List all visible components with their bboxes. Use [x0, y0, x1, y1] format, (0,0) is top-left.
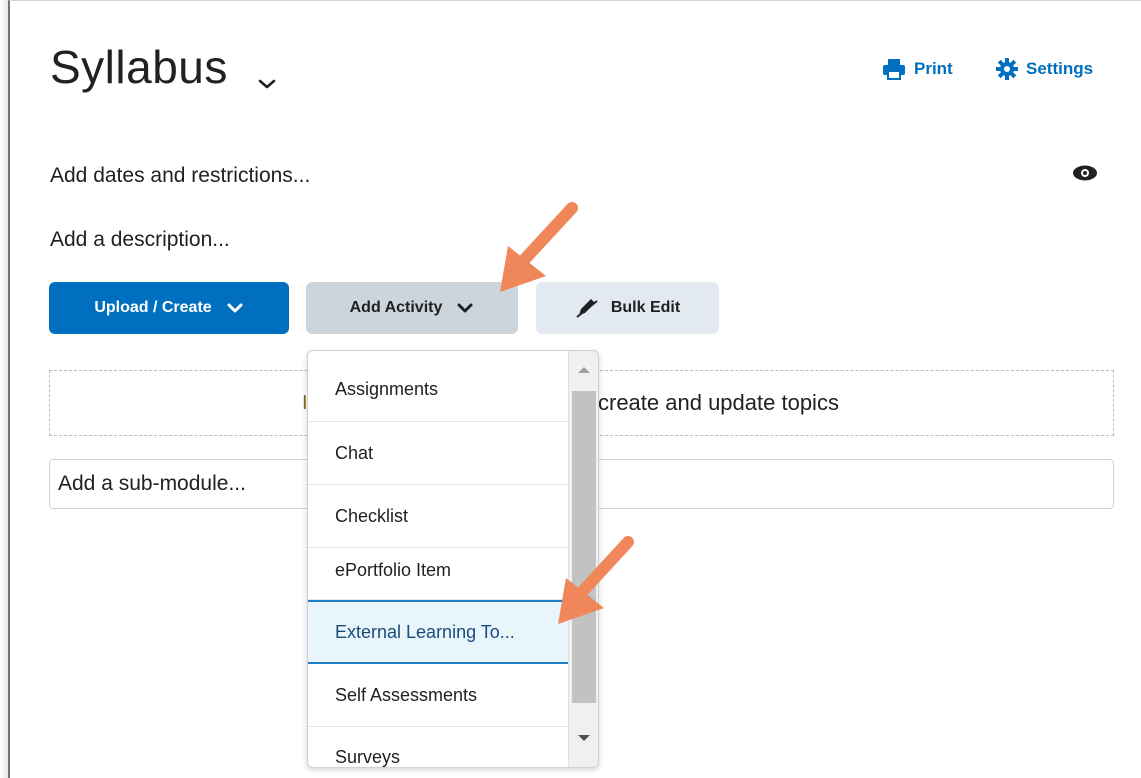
description-link[interactable]: Add a description...: [50, 228, 230, 252]
menu-item-label: External Learning To...: [335, 621, 515, 642]
page-title: Syllabus: [50, 41, 228, 93]
chevron-down-icon: [457, 303, 473, 313]
menu-item-label: Surveys: [335, 747, 401, 767]
settings-button[interactable]: Settings: [996, 58, 1093, 80]
menu-item-label: Self Assessments: [335, 684, 478, 705]
annotation-arrow-icon: [558, 536, 634, 624]
settings-label: Settings: [1026, 59, 1094, 78]
gear-icon: [996, 58, 1018, 80]
menu-list: Assignments Chat Checklist ePortfolio It…: [308, 351, 568, 767]
menu-item-checklist[interactable]: Checklist: [308, 485, 568, 548]
window-shadow: [0, 0, 8, 778]
printer-icon: [883, 59, 905, 80]
menu-item-self-assessments[interactable]: Self Assessments: [308, 664, 568, 727]
upload-create-label: Upload / Create: [94, 299, 212, 316]
menu-item-label: Assignments: [335, 378, 439, 399]
menu-item-chat[interactable]: Chat: [308, 422, 568, 485]
menu-item-label: ePortfolio Item: [335, 560, 452, 580]
print-button[interactable]: Print: [882, 58, 953, 80]
dates-restrictions-link[interactable]: Add dates and restrictions...: [50, 164, 310, 188]
bulk-edit-label: Bulk Edit: [610, 299, 681, 316]
upload-create-button[interactable]: Upload / Create: [49, 282, 289, 334]
menu-item-surveys[interactable]: Surveys: [308, 727, 568, 767]
dropzone-text: create and update topics: [598, 390, 839, 415]
menu-item-eportfolio[interactable]: ePortfolio Item: [308, 548, 568, 600]
add-activity-button[interactable]: Add Activity: [306, 282, 518, 334]
add-activity-label: Add Activity: [349, 299, 443, 316]
menu-item-label: Checklist: [335, 505, 409, 526]
pencil-icon: [576, 299, 598, 318]
menu-item-assignments[interactable]: Assignments: [308, 351, 568, 422]
scroll-up-arrow-icon[interactable]: [576, 365, 592, 375]
print-label: Print: [914, 59, 953, 78]
scroll-down-arrow-icon[interactable]: [576, 733, 592, 743]
chevron-down-icon: [227, 303, 243, 313]
menu-item-external-learning-tools[interactable]: External Learning To...: [308, 600, 568, 664]
menu-item-label: Chat: [335, 442, 374, 463]
chevron-down-icon[interactable]: [256, 76, 278, 92]
eye-icon[interactable]: [1072, 164, 1098, 182]
annotation-arrow-icon: [500, 202, 578, 292]
